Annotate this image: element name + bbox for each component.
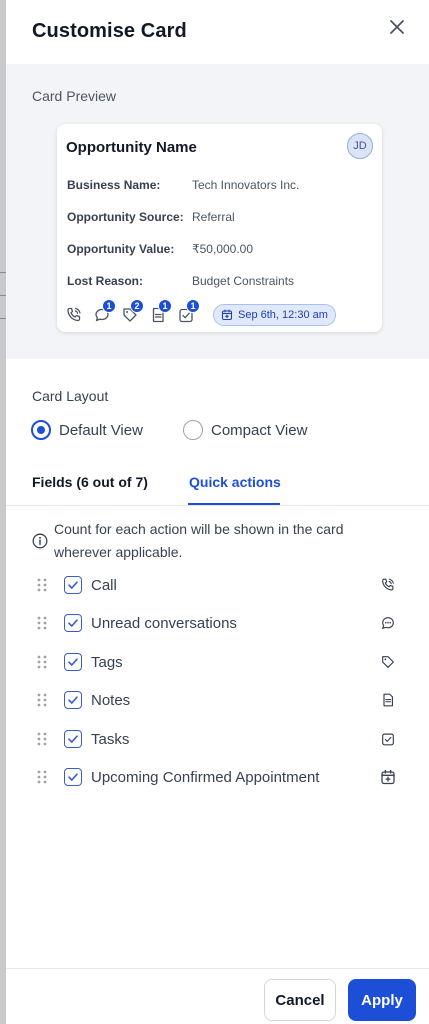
action-label: Call [91, 577, 117, 594]
unread-conversations-checkbox[interactable] [64, 614, 82, 632]
card-field-label: Opportunity Value: [67, 242, 175, 256]
tab-fields[interactable]: Fields (6 out of 7) [32, 474, 148, 490]
note-count-badge: 1 [158, 299, 172, 313]
card-field-value: Budget Constraints [192, 274, 295, 288]
default-view-label: Default View [59, 421, 143, 439]
default-view-radio[interactable]: Default View [31, 420, 143, 440]
action-label: Tags [91, 654, 123, 671]
upcoming-appointment-checkbox[interactable] [64, 768, 82, 786]
card-field-value: ₹50,000.00 [192, 242, 254, 256]
close-icon [390, 20, 404, 34]
cancel-button[interactable]: Cancel [264, 979, 336, 1021]
card-note-action[interactable]: 1 [149, 299, 172, 324]
check-icon [68, 658, 78, 666]
list-item: Unread conversations [6, 608, 429, 638]
radio-unselected-indicator [183, 420, 203, 440]
card-field-label: Lost Reason: [67, 274, 144, 288]
card-field-value: Tech Innovators Inc. [192, 178, 300, 192]
check-icon [68, 581, 78, 589]
radio-selected-indicator [31, 420, 51, 440]
tag-icon [382, 656, 394, 668]
active-tab-indicator [188, 503, 280, 505]
drawer-title: Customise Card [32, 20, 187, 42]
compact-view-radio[interactable]: Compact View [183, 420, 307, 440]
card-tag-action[interactable]: 2 [121, 299, 144, 324]
customise-card-drawer: Customise Card Card Preview Opportunity … [6, 0, 429, 1024]
appointment-time: Sep 6th, 12:30 am [238, 309, 328, 321]
list-item: Tags [6, 647, 429, 677]
close-button[interactable] [386, 16, 408, 38]
conversation-count-badge: 1 [102, 299, 116, 313]
card-quick-actions: 1 2 1 1 Sep 6th, 12:30 am [65, 299, 375, 326]
compact-view-label: Compact View [211, 421, 308, 439]
tab-quick-actions[interactable]: Quick actions [189, 474, 281, 490]
appointment-pill[interactable]: Sep 6th, 12:30 am [213, 304, 336, 326]
tab-bar: Fields (6 out of 7) Quick actions [6, 466, 429, 506]
task-icon [382, 733, 394, 746]
drag-handle-icon[interactable] [36, 769, 48, 785]
info-icon [32, 533, 48, 549]
card-field-label: Business Name: [67, 178, 161, 192]
avatar: JD [347, 133, 373, 159]
action-label: Tasks [91, 731, 130, 748]
card-field-value: Referral [192, 210, 235, 224]
call-icon [67, 307, 81, 322]
card-task-action[interactable]: 1 [177, 299, 200, 324]
call-checkbox[interactable] [64, 576, 82, 594]
apply-button[interactable]: Apply [348, 979, 416, 1021]
list-item: Notes [6, 685, 429, 715]
list-item: Upcoming Confirmed Appointment [6, 762, 429, 792]
tasks-checkbox[interactable] [64, 730, 82, 748]
drawer-header: Customise Card [6, 0, 429, 64]
note-icon [383, 693, 394, 707]
card-field-label: Opportunity Source: [67, 210, 184, 224]
check-icon [68, 735, 78, 743]
conversation-icon [382, 617, 394, 629]
drawer-footer: Cancel Apply [6, 968, 429, 1024]
drag-handle-icon[interactable] [36, 577, 48, 593]
drag-handle-icon[interactable] [36, 615, 48, 631]
list-item: Tasks [6, 724, 429, 754]
drag-handle-icon[interactable] [36, 654, 48, 670]
list-item: Call [6, 570, 429, 600]
card-conversation-action[interactable]: 1 [93, 299, 116, 324]
tag-count-badge: 2 [130, 299, 144, 313]
tags-checkbox[interactable] [64, 653, 82, 671]
card-preview-section: Card Preview Opportunity Name JD Busines… [6, 64, 429, 359]
drag-handle-icon[interactable] [36, 731, 48, 747]
action-label: Unread conversations [91, 615, 237, 632]
action-label: Notes [91, 692, 131, 709]
preview-card: Opportunity Name JD Business Name: Tech … [57, 124, 382, 332]
check-icon [68, 696, 78, 704]
notes-checkbox[interactable] [64, 691, 82, 709]
card-call-action[interactable] [65, 306, 83, 324]
card-title: Opportunity Name [66, 139, 197, 156]
check-icon [68, 773, 78, 781]
calendar-icon [381, 769, 395, 785]
info-text: Count for each action will be shown in t… [54, 521, 344, 560]
action-label: Upcoming Confirmed Appointment [91, 769, 320, 786]
call-icon [382, 578, 394, 591]
task-count-badge: 1 [186, 299, 200, 313]
card-preview-label: Card Preview [32, 88, 117, 104]
check-icon [68, 619, 78, 627]
calendar-icon [221, 309, 233, 321]
card-layout-label: Card Layout [32, 388, 109, 404]
drag-handle-icon[interactable] [36, 692, 48, 708]
